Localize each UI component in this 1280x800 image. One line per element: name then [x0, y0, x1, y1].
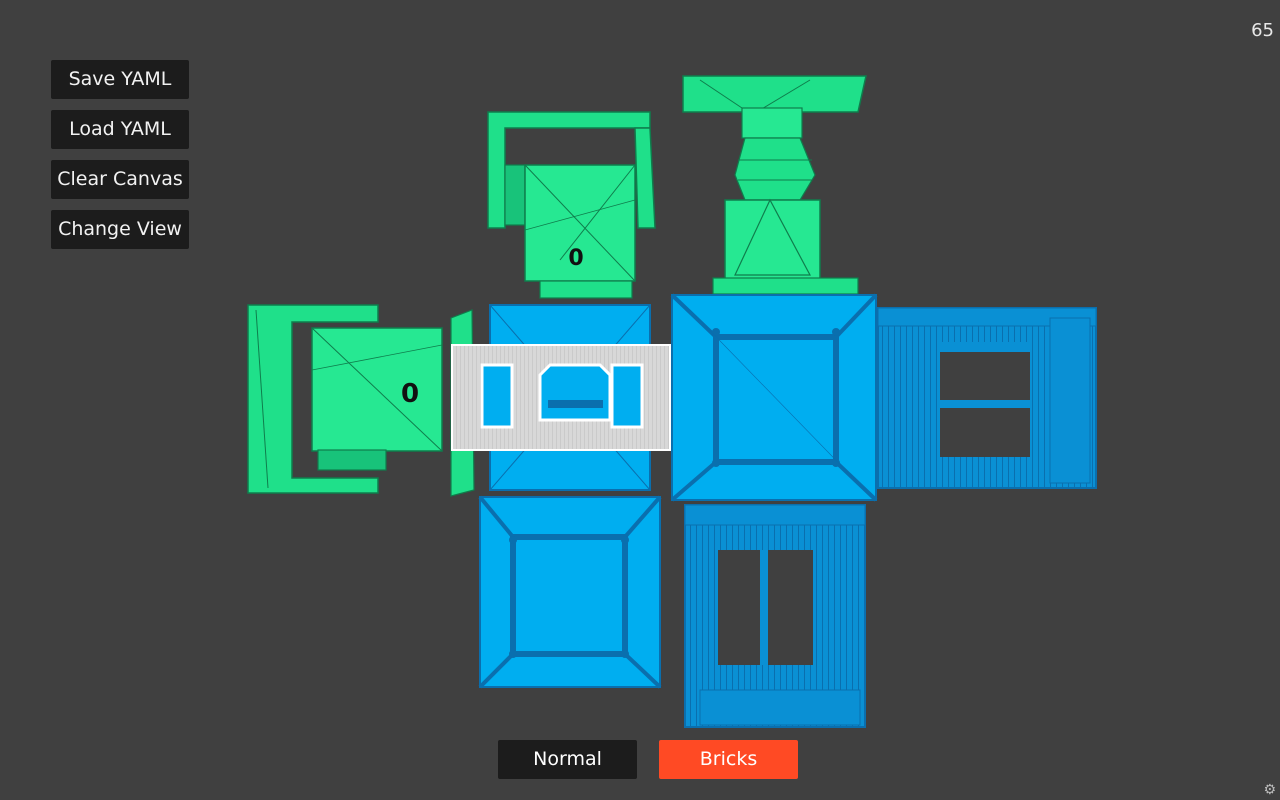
- viewport[interactable]: 0 0 Save YAML Load YAML Clear Canvas Cha…: [0, 0, 1280, 800]
- frame-module-right[interactable]: [877, 307, 1097, 489]
- motor-module-left[interactable]: 0: [247, 304, 475, 497]
- connector-plate[interactable]: [451, 344, 671, 451]
- module-id-label: 0: [401, 379, 419, 409]
- cube-module-bottom[interactable]: [478, 495, 662, 689]
- change-view-button[interactable]: Change View: [51, 210, 189, 249]
- gear-icon[interactable]: ⚙: [1263, 782, 1276, 798]
- clear-canvas-button[interactable]: Clear Canvas: [51, 160, 189, 199]
- normal-mode-button[interactable]: Normal: [498, 740, 637, 779]
- frame-module-bottom[interactable]: [684, 504, 866, 728]
- cube-module-main[interactable]: [670, 293, 878, 502]
- load-yaml-button[interactable]: Load YAML: [51, 110, 189, 149]
- module-id-label: 0: [568, 246, 583, 271]
- fps-counter: 65: [1251, 20, 1274, 41]
- motor-module-top[interactable]: 0: [487, 111, 656, 299]
- motor-module-upper[interactable]: [682, 75, 867, 295]
- bricks-mode-button[interactable]: Bricks: [659, 740, 798, 779]
- 3d-scene-canvas[interactable]: 0 0: [0, 0, 1280, 800]
- save-yaml-button[interactable]: Save YAML: [51, 60, 189, 99]
